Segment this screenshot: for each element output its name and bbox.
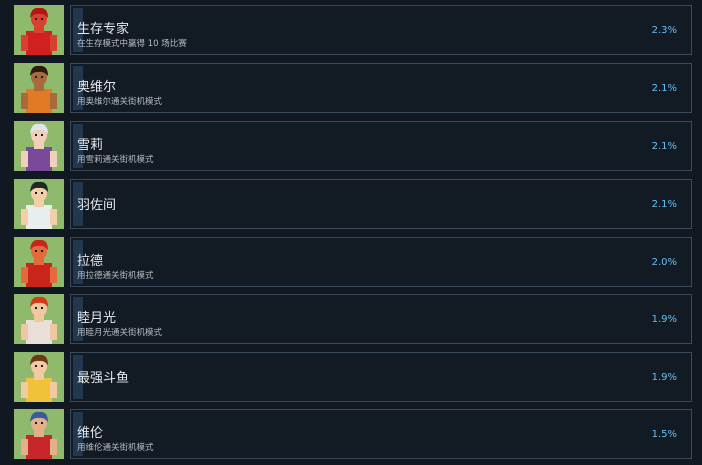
achievement-row[interactable]: 睦月光 用睦月光通关街机模式 1.9% (0, 294, 702, 344)
portrait-shape (21, 209, 28, 225)
portrait-shape (26, 435, 52, 459)
portrait-shape (26, 31, 52, 55)
portrait-shape (41, 134, 43, 136)
portrait-shape (26, 320, 52, 344)
portrait-shape (35, 250, 37, 252)
portrait-shape (35, 422, 37, 424)
achievement-row[interactable]: 维伦 用维伦通关街机模式 1.5% (0, 409, 702, 459)
portrait-shape (41, 192, 43, 194)
achievement-name: 最强斗鱼 (77, 371, 130, 386)
viren-portrait-icon (14, 409, 64, 459)
portrait-shape (41, 307, 43, 309)
portrait-shape (35, 307, 37, 309)
achievement-card: 维伦 用维伦通关街机模式 1.5% (70, 409, 692, 459)
achievement-card: 生存专家 在生存模式中赢得 10 场比赛 2.3% (70, 5, 692, 55)
portrait-shape (26, 147, 52, 171)
portrait-shape (41, 250, 43, 252)
unlock-percentage: 1.5% (651, 429, 677, 440)
shirley-portrait-icon (14, 121, 64, 171)
red-fighter-portrait-icon (14, 5, 64, 55)
achievement-description: 用拉德通关街机模式 (77, 271, 154, 281)
unlock-percentage: 2.3% (651, 25, 677, 36)
achievement-description: 用睦月光通关街机模式 (77, 328, 163, 338)
portrait-shape (41, 422, 43, 424)
unlock-percentage: 2.1% (651, 199, 677, 210)
unlock-percentage: 2.1% (651, 141, 677, 152)
achievement-row[interactable]: 奥维尔 用奥维尔通关街机模式 2.1% (0, 63, 702, 113)
achievement-card: 羽佐间 2.1% (70, 179, 692, 229)
portrait-shape (50, 267, 57, 283)
portrait-shape (35, 365, 37, 367)
achievement-card: 拉德 用拉德通关街机模式 2.0% (70, 237, 692, 287)
portrait-shape (50, 439, 57, 455)
portrait-shape (21, 439, 28, 455)
portrait-shape (50, 151, 57, 167)
portrait-shape (21, 324, 28, 340)
portrait-shape (26, 378, 52, 402)
achievement-row[interactable]: 雪莉 用雪莉通关街机模式 2.1% (0, 121, 702, 171)
portrait-shape (50, 93, 57, 109)
achievement-name: 奥维尔 (77, 80, 117, 95)
achievement-description: 用奥维尔通关街机模式 (77, 97, 163, 107)
portrait-shape (21, 151, 28, 167)
portrait-shape (41, 76, 43, 78)
portrait-shape (50, 382, 57, 398)
achievement-card: 睦月光 用睦月光通关街机模式 1.9% (70, 294, 692, 344)
portrait-shape (21, 267, 28, 283)
portrait-shape (21, 382, 28, 398)
achievement-description: 用维伦通关街机模式 (77, 443, 154, 453)
portrait-shape (26, 205, 52, 229)
achievement-row[interactable]: 羽佐间 2.1% (0, 179, 702, 229)
portrait-shape (26, 89, 52, 113)
achievement-row[interactable]: 最强斗鱼 1.9% (0, 352, 702, 402)
portrait-shape (26, 263, 52, 287)
achievement-name: 拉德 (77, 254, 104, 269)
achievement-card: 奥维尔 用奥维尔通关街机模式 2.1% (70, 63, 692, 113)
portrait-shape (41, 18, 43, 20)
achievement-list: 生存专家 在生存模式中赢得 10 场比赛 2.3% 奥维尔 用奥维尔通关街机模式… (0, 0, 702, 465)
achievement-row[interactable]: 生存专家 在生存模式中赢得 10 场比赛 2.3% (0, 5, 702, 55)
orville-portrait-icon (14, 63, 64, 113)
achievement-card: 最强斗鱼 1.9% (70, 352, 692, 402)
achievement-description: 在生存模式中赢得 10 场比赛 (77, 39, 187, 49)
portrait-shape (35, 134, 37, 136)
achievement-name: 睦月光 (77, 311, 117, 326)
unlock-percentage: 2.0% (651, 257, 677, 268)
achievement-name: 生存专家 (77, 22, 130, 37)
achievement-name: 羽佐间 (77, 198, 117, 213)
portrait-shape (21, 35, 28, 51)
rad-portrait-icon (14, 237, 64, 287)
portrait-shape (50, 35, 57, 51)
achievement-row[interactable]: 拉德 用拉德通关街机模式 2.0% (0, 237, 702, 287)
mutsuki-portrait-icon (14, 294, 64, 344)
achievement-description: 用雪莉通关街机模式 (77, 155, 154, 165)
portrait-shape (41, 365, 43, 367)
hazama-portrait-icon (14, 179, 64, 229)
strongest-fish-portrait-icon (14, 352, 64, 402)
portrait-shape (21, 93, 28, 109)
achievement-card: 雪莉 用雪莉通关街机模式 2.1% (70, 121, 692, 171)
portrait-shape (35, 18, 37, 20)
portrait-shape (35, 76, 37, 78)
portrait-shape (35, 192, 37, 194)
unlock-percentage: 1.9% (651, 372, 677, 383)
unlock-percentage: 2.1% (651, 83, 677, 94)
achievement-name: 维伦 (77, 426, 104, 441)
portrait-shape (50, 324, 57, 340)
portrait-shape (50, 209, 57, 225)
unlock-percentage: 1.9% (651, 314, 677, 325)
achievement-name: 雪莉 (77, 138, 104, 153)
